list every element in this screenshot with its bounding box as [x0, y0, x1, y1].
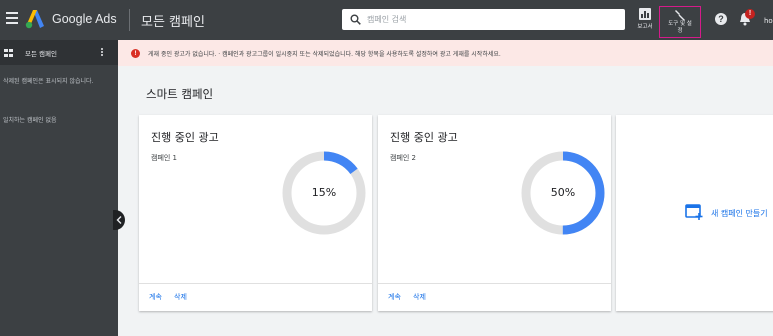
google-ads-logo: [25, 10, 44, 29]
campaign-search[interactable]: [342, 9, 625, 30]
continue-link[interactable]: 계속: [388, 292, 401, 302]
reports-label: 보고서: [637, 24, 653, 30]
new-campaign-card[interactable]: 새 캠페인 만들기: [616, 115, 773, 311]
card-title: 진행 중인 광고: [390, 131, 458, 144]
progress-label: 15%: [311, 186, 337, 199]
grid-icon: [4, 49, 14, 57]
card-title: 진행 중인 광고: [151, 131, 219, 144]
sidebar-header: 모든 캠페인: [0, 40, 118, 65]
error-icon: !: [131, 49, 140, 58]
campaign-card: 진행 중인 광고 캠페인 2 50% 계속 삭제: [378, 115, 611, 311]
wrench-icon: [675, 10, 685, 21]
add-campaign-icon: [685, 204, 703, 220]
continue-link[interactable]: 계속: [149, 292, 162, 302]
tools-label-line1: 도구 및 설: [668, 21, 692, 27]
reports-button[interactable]: 보고서: [634, 8, 656, 34]
header-divider: [129, 9, 130, 31]
chevron-left-icon: [116, 216, 122, 224]
card-divider: [378, 283, 611, 284]
tools-label-line2: 정: [677, 28, 683, 34]
alert-banner: ! 게재 중인 광고가 없습니다. · 캠페인과 광고그룹이 일시중지 또는 삭…: [118, 40, 773, 66]
bar-chart-icon: [639, 8, 651, 20]
sidebar: 모든 캠페인 삭제된 캠페인은 표시되지 않습니다. 일치하는 캠페인 없음: [0, 40, 118, 336]
top-bar: Google Ads 모든 캠페인 보고서 도구 및 설 정 ? ! ho: [0, 0, 773, 40]
no-matching-campaigns: 일치하는 캠페인 없음: [3, 117, 57, 124]
section-title: 스마트 캠페인: [146, 87, 214, 101]
alert-message: 게재 중인 광고가 없습니다. · 캠페인과 광고그룹이 일시중지 또는 삭제되…: [148, 51, 501, 58]
tools-settings-button[interactable]: 도구 및 설 정: [659, 6, 701, 38]
search-input[interactable]: [367, 12, 617, 27]
account-label[interactable]: ho: [764, 17, 773, 25]
help-icon[interactable]: ?: [715, 13, 727, 25]
campaign-card: 진행 중인 광고 캠페인 1 15% 계속 삭제: [139, 115, 372, 311]
page-title: 모든 캠페인: [141, 15, 205, 30]
campaign-name: 캠페인 2: [390, 154, 416, 162]
brand-name: Google Ads: [52, 12, 117, 26]
card-divider: [139, 283, 372, 284]
delete-link[interactable]: 삭제: [413, 292, 426, 302]
campaign-name: 캠페인 1: [151, 154, 177, 162]
new-campaign-label[interactable]: 새 캠페인 만들기: [711, 208, 768, 219]
search-icon: [350, 14, 361, 25]
sidebar-title[interactable]: 모든 캠페인: [25, 48, 57, 58]
more-vert-icon[interactable]: [100, 48, 104, 58]
notification-badge: !: [745, 9, 755, 19]
collapse-sidebar-button[interactable]: [113, 210, 125, 230]
delete-link[interactable]: 삭제: [174, 292, 187, 302]
removed-campaigns-notice: 삭제된 캠페인은 표시되지 않습니다.: [3, 78, 94, 85]
progress-label: 50%: [550, 186, 576, 199]
menu-icon[interactable]: [6, 12, 18, 26]
